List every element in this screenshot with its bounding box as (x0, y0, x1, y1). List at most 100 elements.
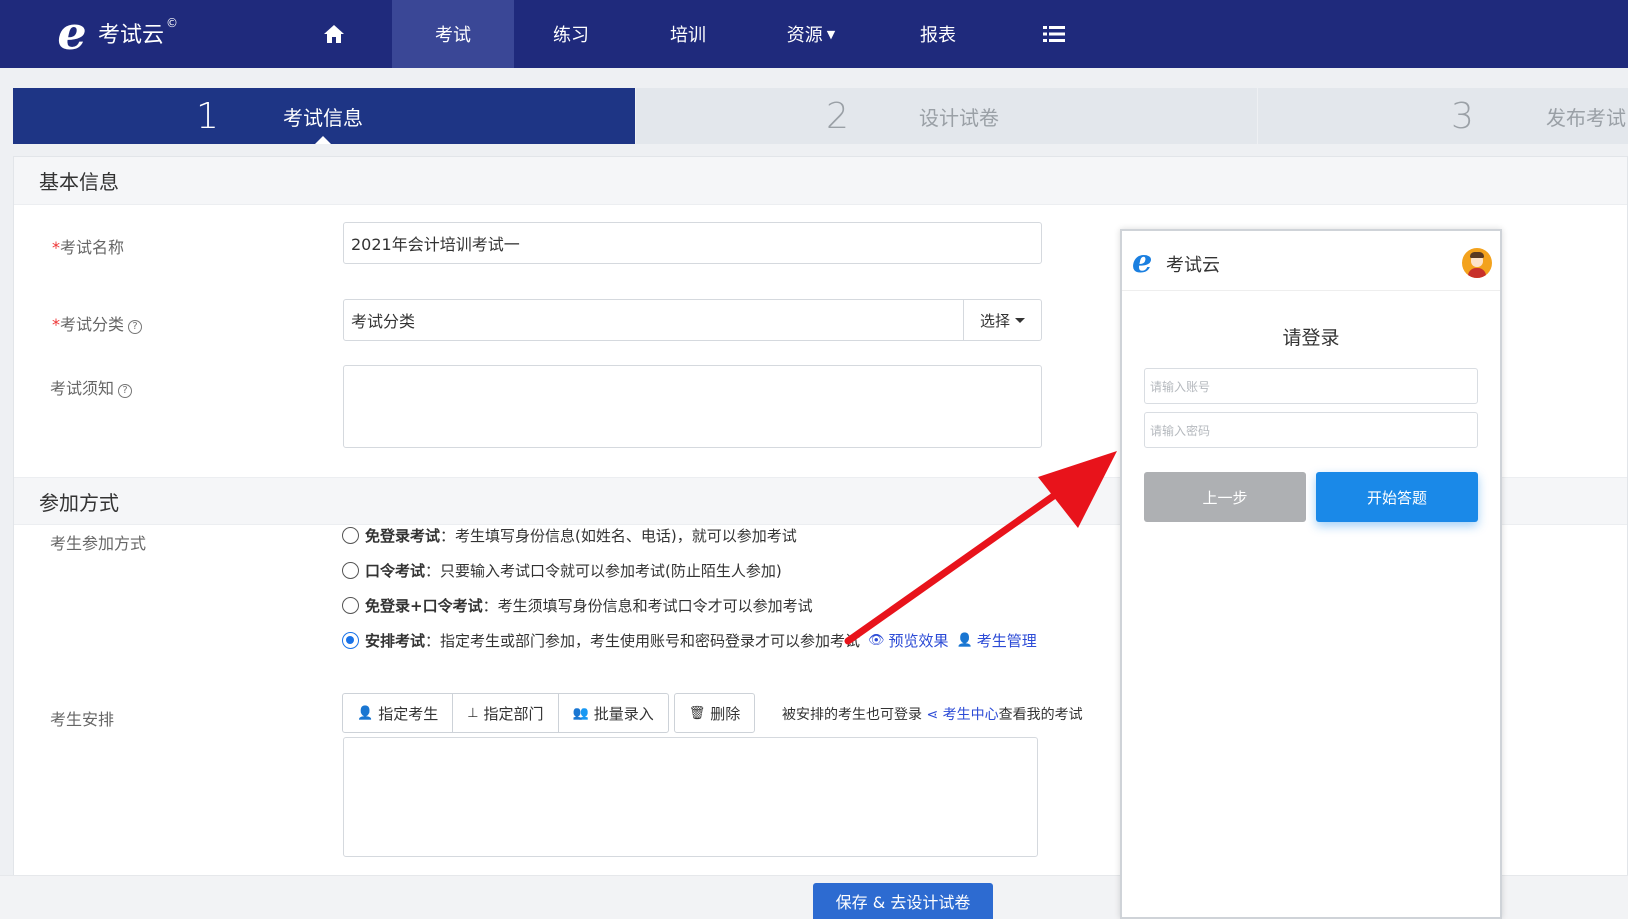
student-manage-link-text: 考生管理 (976, 632, 1037, 650)
nav-home[interactable] (273, 0, 395, 68)
arranged-students-box[interactable] (343, 737, 1038, 857)
exam-name-value: 2021年会计培训考试一 (351, 235, 520, 254)
note-prefix: 被安排的考生也可登录 (782, 707, 922, 723)
step-2-design-paper[interactable]: 2 设计试卷 (636, 88, 1257, 144)
exam-name-label: *考试名称 (52, 234, 124, 258)
user-icon: 👤 (956, 633, 973, 648)
assign-student-button[interactable]: 👤 指定考生 (342, 693, 454, 733)
assign-student-label: 指定考生 (378, 704, 439, 723)
option-desc: ：指定考生或部门参加，考生使用账号和密码登录才可以参加考试 (425, 632, 861, 650)
step-label: 发布考试 (1546, 105, 1626, 130)
user-plus-icon: 👤 (357, 705, 374, 721)
avatar-hair (1470, 252, 1484, 258)
nav-resources[interactable]: 资源 ▼ (750, 0, 872, 68)
preview-link-text: 预览效果 (888, 632, 949, 650)
delete-button[interactable]: 🗑 删除 (673, 693, 756, 733)
radio-button[interactable] (342, 597, 359, 614)
logo-e-icon: e (57, 6, 87, 60)
logo-text: 考试云 (98, 23, 165, 48)
note-suffix: 查看我的考试 (998, 707, 1083, 723)
bulk-entry-button[interactable]: 👥 批量录入 (557, 693, 669, 733)
radio-button-checked[interactable] (342, 632, 359, 649)
radio-option-password[interactable]: 口令考试 ：只要输入考试口令就可以参加考试(防止陌生人参加) (342, 560, 782, 581)
option-title: 免登录考试 (365, 527, 441, 545)
student-center-link[interactable]: ⋖ 考生中心 (926, 707, 998, 723)
account-input[interactable]: 请输入账号 (1144, 368, 1478, 404)
exam-notice-label: 考试须知? (50, 375, 133, 399)
arrange-button-group: 👤 指定考生 ⊥ 指定部门 👥 批量录入 🗑 删除 (342, 693, 756, 733)
nav-reports[interactable]: 报表 (877, 0, 999, 68)
radio-button[interactable] (342, 527, 359, 544)
option-desc: ：考生须填写身份信息和考试口令才可以参加考试 (482, 597, 813, 615)
exam-notice-textarea[interactable] (343, 365, 1042, 448)
eye-icon: 👁 (868, 633, 885, 648)
category-select-button[interactable]: 选择 (963, 300, 1041, 340)
nav-practice[interactable]: 练习 (510, 0, 632, 68)
help-icon[interactable]: ? (128, 320, 143, 334)
radio-option-no-login[interactable]: 免登录考试 ：考生填写身份信息(如姓名、电话)，就可以参加考试 (342, 525, 797, 546)
student-manage-link[interactable]: 👤 考生管理 (957, 630, 1037, 651)
exam-category-field[interactable]: 考试分类 选择 (343, 299, 1042, 341)
join-mode-label-text: 考生参加方式 (50, 534, 147, 553)
preview-link[interactable]: 👁 预览效果 (868, 630, 949, 651)
logo-copyright-mark: © (166, 16, 179, 30)
mobile-logo-text: 考试云 (1166, 255, 1220, 276)
step-3-publish[interactable]: 3 发布考试 (1258, 88, 1628, 144)
caret-down-icon (1015, 317, 1025, 323)
avatar[interactable] (1462, 248, 1492, 278)
join-mode-label: 考生参加方式 (50, 530, 146, 554)
step-1-exam-info[interactable]: 1 考试信息 (13, 88, 635, 144)
password-input[interactable]: 请输入密码 (1144, 412, 1478, 448)
step-number: 1 (196, 95, 219, 137)
step-wizard: 1 考试信息 2 设计试卷 3 发布考试 (13, 88, 1628, 144)
arrange-label-text: 考生安排 (50, 710, 115, 729)
active-step-pointer (315, 136, 331, 144)
required-mark: * (52, 238, 60, 257)
radio-option-no-login-password[interactable]: 免登录+口令考试 ：考生须填写身份信息和考试口令才可以参加考试 (342, 595, 813, 616)
nav-practice-label: 练习 (553, 25, 589, 46)
sitemap-icon: ⊥ (467, 705, 479, 721)
save-and-design-button[interactable]: 保存 & 去设计试卷 (813, 883, 993, 919)
exam-notice-label-text: 考试须知 (50, 379, 115, 398)
app-logo[interactable]: e 考试云 © (48, 8, 178, 58)
save-button-label: 保存 & 去设计试卷 (835, 893, 971, 912)
start-answer-button[interactable]: 开始答题 (1316, 472, 1478, 522)
option-desc: ：只要输入考试口令就可以参加考试(防止陌生人参加) (425, 562, 782, 580)
chevron-down-icon: ▼ (826, 27, 836, 41)
prev-step-label: 上一步 (1202, 488, 1248, 507)
exam-category-label: *考试分类? (52, 311, 143, 335)
exam-category-label-text: 考试分类 (60, 315, 125, 334)
share-icon: ⋖ (926, 707, 939, 723)
exam-name-input[interactable]: 2021年会计培训考试一 (343, 222, 1042, 264)
home-icon (324, 25, 344, 43)
radio-option-arranged[interactable]: 安排考试 ：指定考生或部门参加，考生使用账号和密码登录才可以参加考试 👁 预览效果… (342, 630, 1037, 651)
account-placeholder: 请输入账号 (1150, 379, 1211, 394)
required-mark: * (52, 315, 60, 334)
nav-exam-label: 考试 (435, 25, 471, 46)
option-desc: ：考生填写身份信息(如姓名、电话)，就可以参加考试 (440, 527, 797, 545)
assign-dept-button[interactable]: ⊥ 指定部门 (452, 693, 559, 733)
arrange-label: 考生安排 (50, 706, 114, 730)
step-label: 设计试卷 (919, 105, 999, 130)
step-label: 考试信息 (283, 105, 363, 130)
mobile-preview: e 考试云 请登录 请输入账号 请输入密码 上一步 开始答题 (1120, 229, 1502, 919)
option-title: 免登录+口令考试 (365, 597, 483, 615)
radio-button[interactable] (342, 562, 359, 579)
section-basic-info: 基本信息 (14, 157, 1627, 205)
nav-reports-label: 报表 (920, 25, 956, 46)
nav-training[interactable]: 培训 (627, 0, 749, 68)
nav-resources-label: 资源 (786, 25, 823, 46)
category-select-label: 选择 (979, 311, 1010, 330)
list-icon (1043, 26, 1065, 42)
arrange-note: 被安排的考生也可登录 ⋖ 考生中心查看我的考试 (782, 704, 1083, 724)
password-placeholder: 请输入密码 (1150, 423, 1211, 438)
step-number: 3 (1451, 95, 1474, 137)
avatar-body (1468, 268, 1486, 278)
bulk-entry-label: 批量录入 (593, 704, 654, 723)
nav-exam[interactable]: 考试 (392, 0, 514, 68)
nav-menu[interactable] (993, 0, 1115, 68)
help-icon[interactable]: ? (118, 384, 133, 398)
option-title: 口令考试 (365, 562, 426, 580)
delete-label: 删除 (710, 704, 741, 723)
prev-step-button[interactable]: 上一步 (1144, 472, 1306, 522)
